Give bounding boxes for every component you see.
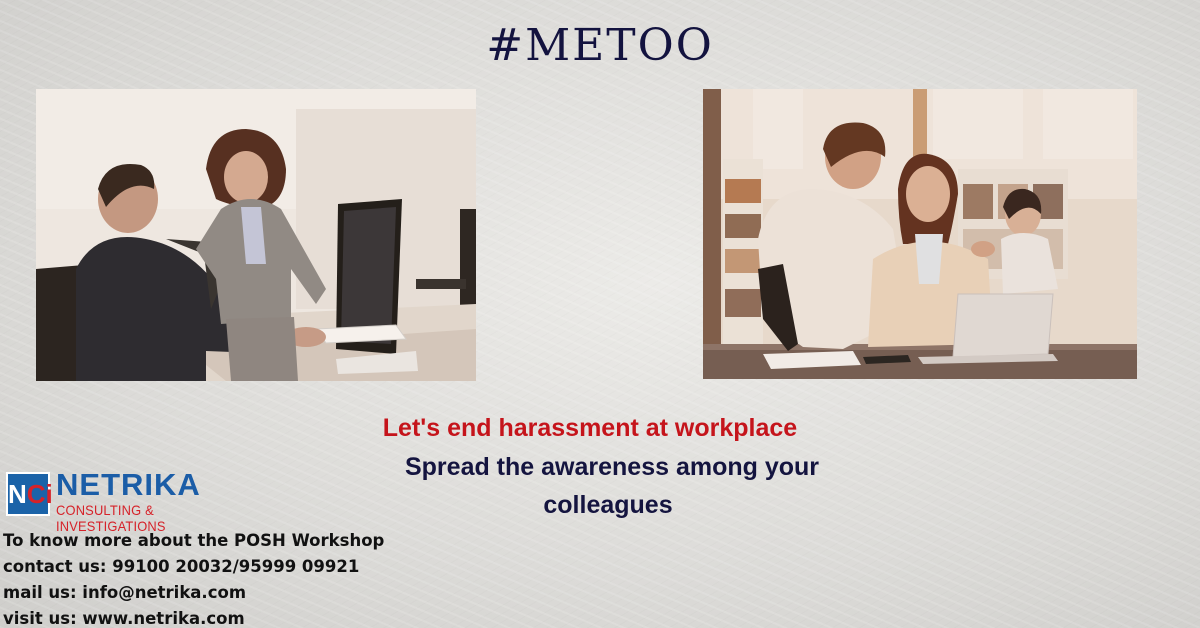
contact-email: mail us: info@netrika.com — [3, 583, 247, 602]
logo-company-name: NETRIKA — [56, 467, 201, 502]
netrika-logo-mark: NCi — [6, 472, 53, 516]
contact-info: To know more about the POSH Workshop con… — [3, 528, 384, 628]
logo-mark-n: N — [8, 479, 27, 509]
office-photo-left — [36, 89, 476, 381]
logo-mark-ci: Ci — [26, 479, 53, 509]
poster: #METOO Let's end harassment at workplace… — [0, 0, 1200, 628]
contact-website: visit us: www.netrika.com — [3, 609, 245, 628]
netrika-logo: NCi NETRIKA CONSULTING & INVESTIGATIONS — [6, 467, 231, 534]
office-photo-right — [703, 89, 1137, 379]
tagline-end-harassment: Let's end harassment at workplace — [382, 414, 798, 442]
office-photo-left-illustration — [36, 89, 476, 381]
page-title: #METOO — [486, 20, 714, 71]
contact-phone: contact us: 99100 20032/95999 09921 — [3, 557, 360, 576]
office-photo-right-illustration — [703, 89, 1137, 379]
contact-posh-workshop: To know more about the POSH Workshop — [3, 531, 385, 550]
